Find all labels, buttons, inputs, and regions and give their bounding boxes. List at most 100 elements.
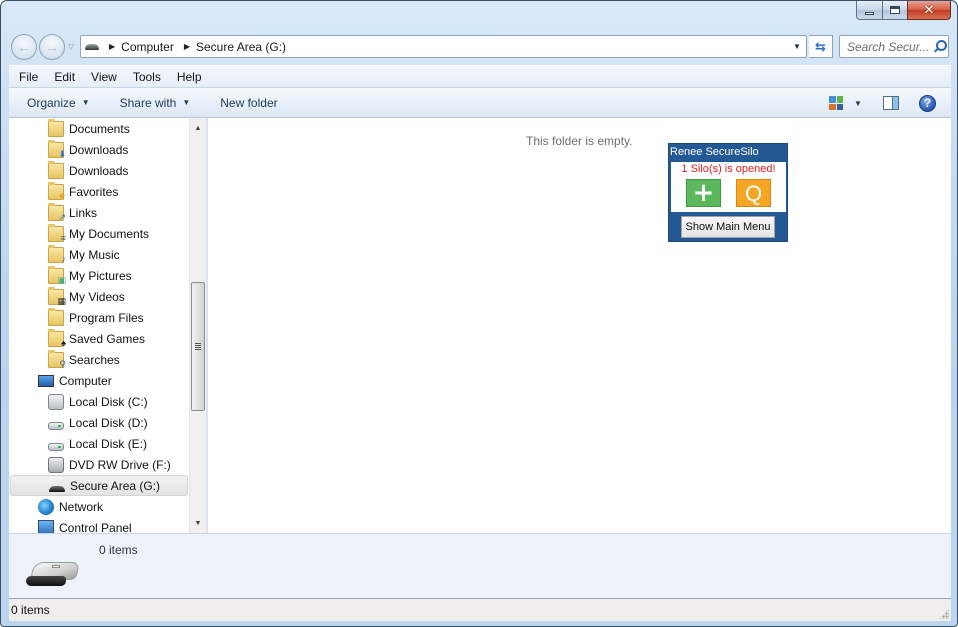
status-bar: 0 items <box>9 598 951 621</box>
saved-games-folder-icon: ♠ <box>48 328 66 347</box>
forward-button[interactable]: → <box>39 34 65 60</box>
show-main-menu-button[interactable]: Show Main Menu <box>681 216 775 238</box>
nav-tree-item[interactable]: ♪ My Music <box>9 244 120 265</box>
scroll-up-button[interactable]: ▲ <box>190 120 206 136</box>
hard-drive-icon <box>48 442 64 451</box>
nav-tree-label: My Documents <box>69 226 150 241</box>
nav-tree-label: Network <box>59 499 104 514</box>
nav-tree-label: Local Disk (D:) <box>69 415 148 430</box>
network-icon <box>38 498 54 515</box>
menu-tools[interactable]: Tools <box>125 70 169 84</box>
refresh-button[interactable]: ⇆ <box>809 35 833 58</box>
nav-tree-item[interactable]: ↗ Links <box>9 202 97 223</box>
nav-tree-item[interactable]: ⚲ Searches <box>9 349 120 370</box>
nav-tree-item[interactable]: Local Disk (D:) <box>9 412 148 433</box>
nav-tree-item[interactable]: Control Panel <box>9 517 132 533</box>
nav-tree-item[interactable]: ▦ My Videos <box>9 286 125 307</box>
command-bar: Organize ▼ Share with ▼ New folder ▼ ? <box>9 88 951 118</box>
resize-grip[interactable] <box>939 609 949 619</box>
search-box[interactable] <box>839 35 949 58</box>
breadcrumb-separator-icon[interactable]: ▶ <box>109 42 115 51</box>
address-bar[interactable]: ▶ Computer ▶ Secure Area (G:) ▼ <box>80 35 807 58</box>
nav-tree-item[interactable]: Program Files <box>9 307 144 328</box>
recent-pages-dropdown[interactable]: ▽ <box>68 42 74 51</box>
nav-tree-item[interactable]: ≡ My Documents <box>9 223 149 244</box>
add-silo-button[interactable]: + <box>686 179 721 207</box>
close-icon: ✕ <box>923 2 935 18</box>
nav-tree-item[interactable]: ▣ My Pictures <box>9 265 132 286</box>
breadcrumb-computer[interactable]: Computer <box>121 40 174 54</box>
view-options-dropdown[interactable]: ▼ <box>854 88 862 118</box>
nav-tree-item[interactable]: ⬇ Downloads <box>9 139 128 160</box>
breadcrumb-secure-area[interactable]: Secure Area (G:) <box>196 40 286 54</box>
nav-tree-item[interactable]: Local Disk (E:) <box>9 433 147 454</box>
folder-icon <box>48 307 64 326</box>
videos-folder-icon: ▦ <box>48 286 66 305</box>
menu-file[interactable]: File <box>11 70 46 84</box>
nav-tree-item[interactable]: Local Disk (C:) <box>9 391 148 412</box>
close-button[interactable]: ✕ <box>907 1 951 20</box>
control-panel-icon <box>38 519 54 533</box>
silo-panel: 1 Silo(s) is opened! + Q <box>671 162 786 212</box>
menu-view[interactable]: View <box>83 70 125 84</box>
minimize-icon <box>865 11 874 15</box>
silo-q-button[interactable]: Q <box>736 179 771 207</box>
hard-drive-icon <box>48 421 64 430</box>
nav-tree-item[interactable]: ♠ Saved Games <box>9 328 145 349</box>
change-view-button[interactable] <box>829 88 843 118</box>
breadcrumb-separator-icon[interactable]: ▶ <box>184 42 190 51</box>
explorer-window: ✕ ← → ▽ ▶ Computer ▶ Secure Area (G:) ▼ … <box>0 0 958 627</box>
computer-icon <box>38 374 54 387</box>
help-button[interactable]: ? <box>919 88 936 118</box>
file-list-pane[interactable]: This folder is empty. <box>208 118 951 533</box>
search-input[interactable] <box>847 39 931 54</box>
preview-pane-icon <box>883 96 899 110</box>
nav-tree-item[interactable]: Network <box>9 496 103 517</box>
nav-tree-label: Searches <box>69 352 120 367</box>
nav-tree-label: Program Files <box>69 310 144 325</box>
navigation-bar: ← → ▽ ▶ Computer ▶ Secure Area (G:) ▼ ⇆ <box>9 32 951 62</box>
maximize-icon <box>890 6 900 14</box>
nav-tree-label: My Pictures <box>69 268 132 283</box>
links-folder-icon: ↗ <box>48 202 66 221</box>
documents-folder-icon: ≡ <box>48 223 66 242</box>
pictures-folder-icon: ▣ <box>48 265 66 284</box>
new-folder-button[interactable]: New folder <box>210 96 287 110</box>
nav-tree-item[interactable]: DVD RW Drive (F:) <box>9 454 171 475</box>
nav-pane-scrollbar[interactable]: ▲ ▼ <box>189 118 206 533</box>
organize-button[interactable]: Organize ▼ <box>17 96 100 110</box>
address-history-dropdown[interactable]: ▼ <box>788 36 806 57</box>
scrollbar-thumb[interactable] <box>191 282 205 411</box>
chevron-down-icon: ▼ <box>182 98 191 107</box>
nav-tree-item[interactable]: Computer <box>9 370 112 391</box>
share-with-button[interactable]: Share with ▼ <box>110 96 201 110</box>
maximize-button[interactable] <box>882 1 907 20</box>
nav-tree-label: Documents <box>69 121 130 136</box>
back-button[interactable]: ← <box>11 34 37 60</box>
nav-tree-item[interactable]: Secure Area (G:) <box>10 475 188 496</box>
silo-title: Renee SecureSilo <box>670 146 759 158</box>
scroll-down-button[interactable]: ▼ <box>190 515 206 531</box>
change-view-icon <box>829 96 843 110</box>
empty-folder-message: This folder is empty. <box>526 134 633 148</box>
nav-tree-label: Favorites <box>69 184 119 199</box>
menu-help[interactable]: Help <box>169 70 210 84</box>
nav-tree-label: Local Disk (C:) <box>69 394 148 409</box>
menu-edit[interactable]: Edit <box>46 70 83 84</box>
windows-drive-icon <box>48 393 64 410</box>
favorites-folder-icon: ★ <box>48 181 66 200</box>
details-pane: 0 items <box>9 533 951 598</box>
nav-tree-label: Downloads <box>69 142 129 157</box>
minimize-button[interactable] <box>856 1 882 20</box>
nav-tree-label: Local Disk (E:) <box>69 436 148 451</box>
search-icon[interactable] <box>931 39 947 55</box>
nav-tree-label: Secure Area (G:) <box>70 478 161 493</box>
nav-tree-item[interactable]: ★ Favorites <box>9 181 118 202</box>
music-folder-icon: ♪ <box>48 244 66 263</box>
preview-pane-button[interactable] <box>883 88 899 118</box>
nav-tree-label: Downloads <box>69 163 129 178</box>
nav-tree-label: My Videos <box>69 289 125 304</box>
dvd-drive-icon <box>48 456 64 473</box>
nav-tree-item[interactable]: Downloads <box>9 160 128 181</box>
nav-tree-item[interactable]: Documents <box>9 118 130 139</box>
